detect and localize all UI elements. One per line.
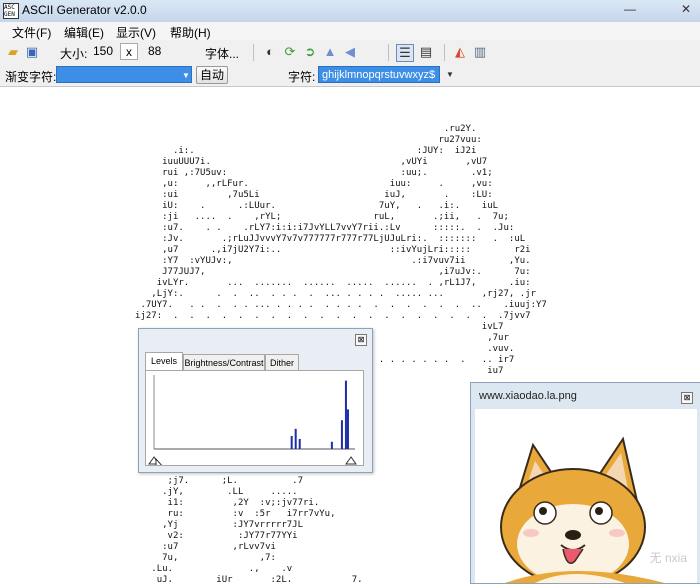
mouse-cursor-icon — [155, 457, 166, 477]
image-preview-window: www.xiaodao.la.png ⊠ 无 nxia — [470, 382, 700, 584]
tab-brightness-contrast[interactable]: Brightness/Contrast — [183, 354, 265, 370]
minimize-button[interactable]: — — [620, 0, 640, 18]
toolbar-separator — [444, 44, 445, 61]
menu-file[interactable]: 文件(F) — [12, 24, 51, 41]
font-button[interactable]: 字体... — [205, 45, 239, 62]
ascii-line: ,LjY:. . . .. . . . . ... . . . . ..... … — [70, 289, 536, 299]
green-arrow-icon[interactable]: ➲ — [302, 44, 318, 60]
triangle-up-icon[interactable]: ▲ — [322, 44, 338, 60]
ascii-line: :ji .... . ,rYL; ruL, .;ii, . 7u; — [70, 212, 509, 222]
histogram-bar — [344, 380, 347, 449]
ascii-line: J77JUJ7, ,i7uJv:. 7u: — [70, 267, 531, 277]
open-folder-icon[interactable]: ▰ — [5, 44, 21, 60]
menu-edit[interactable]: 编辑(E) — [64, 24, 104, 41]
ascii-line: uJ, iUr :2L, 7, — [70, 575, 363, 583]
ascii-line: ,Yj :JY7vrrrrr7JL — [70, 520, 303, 530]
menu-view[interactable]: 显示(V) — [116, 24, 156, 41]
tab-dither[interactable]: Dither — [265, 354, 299, 370]
ascii-line: rui ,:7U5uv: :uu;. .v1; — [70, 168, 493, 178]
ramp-input[interactable] — [56, 66, 192, 83]
ascii-line: .i:. :JUY: iJ2i — [70, 146, 477, 156]
ascii-line: iU: . .:LUur. 7uY, . .i:. iuL — [70, 201, 499, 211]
image-window-title: www.xiaodao.la.png — [479, 390, 577, 402]
menu-bar: 文件(F) 编辑(E) 显示(V) 帮助(H) — [0, 22, 700, 40]
chars-input[interactable]: ghijklmnopqrstuvwxyz$ — [318, 66, 440, 83]
chars-dropdown-arrow-icon[interactable]: ▼ — [446, 70, 454, 79]
height-input[interactable]: 88 — [145, 43, 177, 60]
ascii-line: .Lu. ., .v — [70, 564, 293, 574]
ramp-toolbar: 渐变字符: ▼ 自动 字符: ghijklmnopqrstuvwxyz$ ▼ — [0, 64, 700, 87]
levels-panel: ⊠ Levels Brightness/Contrast Dither — [138, 328, 373, 477]
ascii-line: .ru2Y. — [70, 124, 477, 134]
main-toolbar: ▰ ▣ 大小: 150 x 88 字体... ◐ ⟳ ➲ ▲ ◀ ☰ ▤ ◭ ▥ — [0, 40, 700, 64]
tab-levels[interactable]: Levels — [145, 352, 183, 371]
save-icon[interactable]: ▣ — [24, 44, 40, 60]
green-rotate-icon[interactable]: ⟳ — [282, 44, 298, 60]
white-point-slider[interactable] — [345, 456, 357, 465]
watermark-text: 无 nxia — [649, 551, 687, 565]
size-by-label: x — [120, 43, 138, 60]
size-label: 大小: — [60, 47, 88, 61]
toolbar-separator — [388, 44, 389, 61]
image-close-button[interactable]: ⊠ — [681, 392, 693, 404]
ascii-line: 7u, ,7: — [70, 553, 276, 563]
ascii-line: :ui ,7u5Li iuJ, . :LU: — [70, 190, 493, 200]
histogram-bar — [340, 420, 343, 449]
histogram-bar — [330, 441, 333, 449]
histogram-bar — [298, 438, 301, 449]
ascii-line: ru27vuu: — [70, 135, 482, 145]
ascii-line: v2: :JY77r77YYi — [70, 531, 298, 541]
title-bar: ASC GEN ASCII Generator v2.0.0 — ✕ — [0, 0, 700, 23]
variable-width-icon[interactable]: ▤ — [418, 44, 434, 60]
ascii-line: iuuUUU7i. ,vUYi ,vU7 — [70, 157, 488, 167]
menu-help[interactable]: 帮助(H) — [170, 24, 211, 41]
export-icon[interactable]: ▥ — [472, 44, 488, 60]
ascii-line: ;j7. ;L. .7 — [70, 476, 303, 486]
histogram-bar — [294, 428, 297, 449]
ascii-line: ivLYr. ... ....... ...... ..... ...... .… — [70, 278, 531, 288]
chars-label: 字符: — [288, 70, 316, 84]
ascii-line: :u7 ,rLvv7vi — [70, 542, 276, 552]
width-input[interactable]: 150 — [90, 43, 120, 60]
ascii-line: ij27: . . . . . . . . . . . . . . . . . … — [70, 311, 531, 321]
contrast-icon[interactable]: ◐ — [262, 44, 278, 60]
auto-button[interactable]: 自动 — [196, 66, 228, 84]
ascii-line: :Jv. .;rLuJJvvvY7v7v777777r777r77LjUJuLr… — [70, 234, 526, 244]
ramp-label: 渐变字符: — [5, 70, 57, 84]
ascii-line: i1: ,2Y :v;:jv77ri. — [70, 498, 320, 508]
ascii-line: .7UY7. . . . . . ... . . . . . . . . . .… — [70, 300, 547, 310]
ascii-line: :u7. . . .rLY7:i:i:i7JvYLL7vvY7rii.:Lv :… — [70, 223, 515, 233]
close-button[interactable]: ✕ — [676, 0, 696, 18]
triangle-left-icon[interactable]: ◀ — [342, 44, 358, 60]
ramp-dropdown-arrow-icon[interactable]: ▼ — [182, 71, 190, 80]
histogram-bar — [346, 409, 349, 449]
ascii-line: :Y7 :vYUJv:, .:i7vuv7ii ,Yu. — [70, 256, 531, 266]
window-title: ASCII Generator v2.0.0 — [22, 3, 147, 17]
histogram-chart — [148, 375, 357, 477]
ascii-line: ,u: ,,rLFur. iuu: . ,vu: — [70, 179, 493, 189]
histogram-bar — [290, 436, 293, 449]
ascii-line: ,u7 .,i7jU2Y7i:.. ::ivYujLri::::: r2i — [70, 245, 531, 255]
source-image: 无 nxia — [475, 409, 697, 583]
colour-icon[interactable]: ◭ — [452, 44, 468, 60]
ascii-line: ru: :v :5r i7rr7vYu, — [70, 509, 336, 519]
app-icon: ASC GEN — [3, 3, 19, 19]
ascii-line: .jY, .LL ..... — [70, 487, 298, 497]
levels-close-button[interactable]: ⊠ — [355, 334, 367, 346]
toolbar-separator — [253, 44, 254, 61]
fixed-width-icon[interactable]: ☰ — [396, 44, 414, 62]
levels-tab-body — [145, 370, 364, 477]
